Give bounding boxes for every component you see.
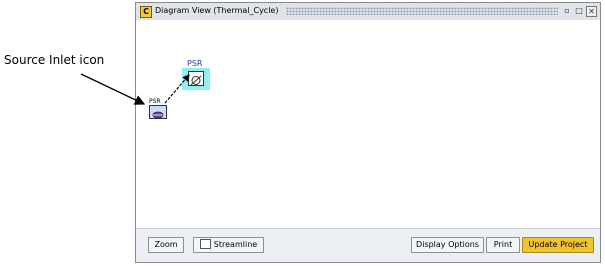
streamline-label: Streamline [213, 240, 258, 249]
bottom-toolbar: Zoom Streamline Display Options Print Up… [136, 228, 600, 262]
maximize-icon[interactable]: □ [574, 6, 584, 16]
update-project-button[interactable]: Update Project [522, 237, 594, 253]
psr-selection-highlight [182, 68, 210, 90]
source-inlet-label: PSR [149, 98, 161, 105]
connection-link [164, 74, 190, 104]
display-options-button[interactable]: Display Options [411, 237, 484, 253]
diagram-view-window: C Diagram View (Thermal_Cycle) ▫ □ ✕ PSR… [135, 2, 601, 263]
window-title: Diagram View (Thermal_Cycle) [155, 6, 279, 15]
psr-label: PSR [187, 59, 203, 68]
psr-reactor-icon [188, 71, 204, 86]
zoom-button[interactable]: Zoom [148, 237, 184, 253]
source-inlet-icon [149, 105, 167, 119]
restore-icon[interactable]: ▫ [562, 6, 572, 16]
window-titlebar[interactable]: C Diagram View (Thermal_Cycle) ▫ □ ✕ [136, 3, 600, 21]
app-icon: C [140, 6, 152, 18]
streamline-button[interactable]: Streamline [193, 237, 264, 253]
titlebar-grip[interactable] [286, 7, 558, 15]
source-inlet-annotation: Source Inlet icon [4, 53, 105, 67]
diagram-canvas[interactable]: PSR PSR [136, 20, 600, 228]
close-icon[interactable]: ✕ [586, 6, 597, 17]
source-inlet-node[interactable]: PSR [149, 98, 167, 119]
streamline-icon [199, 238, 211, 249]
psr-node[interactable]: PSR [182, 59, 212, 93]
print-button[interactable]: Print [486, 237, 520, 253]
